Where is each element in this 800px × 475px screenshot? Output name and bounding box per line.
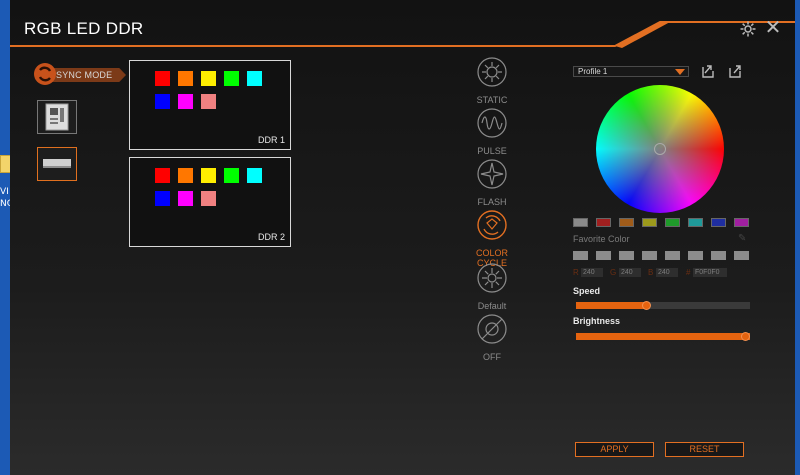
effect-off-button[interactable]: OFF <box>470 313 514 362</box>
sync-mode-label: SYNC MODE <box>56 70 113 80</box>
brightness-slider-handle[interactable] <box>741 332 750 341</box>
favorite-color-swatch[interactable] <box>642 218 657 227</box>
edit-pen-icon[interactable]: ✎ <box>738 233 746 244</box>
window-title: RGB LED DDR <box>24 19 144 38</box>
favorite-color-swatch[interactable] <box>573 218 588 227</box>
zone-color-swatch[interactable] <box>247 71 262 86</box>
zone-panel-ddr2[interactable]: DDR 2 <box>129 157 291 247</box>
effect-label: FLASH <box>477 197 507 207</box>
off-icon <box>477 314 507 344</box>
zone-color-swatch[interactable] <box>155 94 170 109</box>
effect-color-cycle-button[interactable]: COLOR CYCLE <box>470 209 514 268</box>
device-motherboard-button[interactable] <box>37 100 77 134</box>
r-label: R <box>573 268 579 277</box>
sync-icon[interactable] <box>34 63 56 85</box>
effect-label: STATIC <box>476 95 508 105</box>
effect-pulse-button[interactable]: PULSE <box>470 107 514 156</box>
settings-gear-icon[interactable] <box>739 20 757 38</box>
favorite-color-swatch[interactable] <box>688 218 703 227</box>
ram-stick-icon <box>43 159 71 168</box>
device-ram-button[interactable] <box>37 147 77 181</box>
effect-default-button[interactable]: Default <box>470 262 514 311</box>
zone-color-swatch[interactable] <box>155 71 170 86</box>
color-wheel-handle[interactable] <box>654 143 666 155</box>
motherboard-icon <box>45 103 69 131</box>
empty-favorite-slot[interactable] <box>711 251 726 260</box>
titlebar: RGB LED DDR ✕ <box>10 0 795 56</box>
empty-favorite-slot[interactable] <box>596 251 611 260</box>
effect-flash-button[interactable]: FLASH <box>470 158 514 207</box>
r-value-input[interactable]: 240 <box>581 268 603 277</box>
default-sun-icon <box>477 263 507 293</box>
speed-slider-handle[interactable] <box>641 301 651 310</box>
favorite-color-swatch[interactable] <box>665 218 680 227</box>
rgb-led-window: RGB LED DDR ✕ SYNC MODE DDR 1 DDR 2 STAT… <box>10 0 795 475</box>
empty-favorite-slot[interactable] <box>688 251 703 260</box>
zone-color-swatch[interactable] <box>247 168 262 183</box>
pulse-wave-icon <box>477 108 507 138</box>
zone-color-swatch[interactable] <box>201 71 216 86</box>
zone-color-swatch[interactable] <box>155 168 170 183</box>
zone-color-swatch[interactable] <box>178 94 193 109</box>
favorite-color-swatch[interactable] <box>596 218 611 227</box>
empty-favorite-slot[interactable] <box>642 251 657 260</box>
g-label: G <box>610 268 617 277</box>
profile-dropdown[interactable]: Profile 1 <box>573 66 689 77</box>
zone-panel-ddr1[interactable]: DDR 1 <box>129 60 291 150</box>
speed-label: Speed <box>573 286 601 296</box>
zone-color-swatch[interactable] <box>201 191 216 206</box>
b-label: B <box>648 268 654 277</box>
zone-color-swatch[interactable] <box>224 71 239 86</box>
zone-color-swatch[interactable] <box>155 191 170 206</box>
effect-static-button[interactable]: STATIC <box>470 56 514 105</box>
zone-color-swatch[interactable] <box>178 71 193 86</box>
color-cycle-icon <box>477 210 507 240</box>
profile-selected: Profile 1 <box>578 67 608 76</box>
hex-label: # <box>686 268 691 277</box>
empty-favorite-slot[interactable] <box>665 251 680 260</box>
reset-button[interactable]: RESET <box>665 442 744 457</box>
effect-label: PULSE <box>477 146 507 156</box>
effect-label: OFF <box>483 352 501 362</box>
zone-color-swatch[interactable] <box>201 94 216 109</box>
effect-label: Default <box>477 301 507 311</box>
zone-label: DDR 2 <box>257 232 285 242</box>
hex-value-input[interactable]: F0F0F0 <box>693 268 727 277</box>
favorite-color-swatch[interactable] <box>711 218 726 227</box>
zone-label: DDR 1 <box>257 135 285 145</box>
flash-star-icon <box>477 159 507 189</box>
brightness-slider-fill <box>576 333 750 340</box>
g-value-input[interactable]: 240 <box>619 268 641 277</box>
zone-color-swatch[interactable] <box>178 191 193 206</box>
zone-color-swatch[interactable] <box>224 168 239 183</box>
empty-favorite-slot[interactable] <box>619 251 634 260</box>
speed-slider[interactable] <box>576 301 750 310</box>
apply-button[interactable]: APPLY <box>575 442 654 457</box>
zone-color-swatch[interactable] <box>201 168 216 183</box>
empty-favorite-slot[interactable] <box>573 251 588 260</box>
favorite-color-swatch[interactable] <box>734 218 749 227</box>
b-value-input[interactable]: 240 <box>656 268 678 277</box>
sun-icon <box>477 57 507 87</box>
brightness-label: Brightness <box>573 316 621 326</box>
favorite-color-label: Favorite Color <box>573 234 630 244</box>
zone-color-swatch[interactable] <box>178 168 193 183</box>
chevron-down-icon <box>675 69 685 75</box>
close-button[interactable]: ✕ <box>763 18 783 38</box>
export-profile-icon[interactable] <box>726 62 744 80</box>
desktop-label: VI <box>0 187 9 197</box>
import-profile-icon[interactable] <box>699 62 717 80</box>
brightness-slider[interactable] <box>576 332 750 341</box>
speed-slider-fill <box>576 302 646 309</box>
empty-favorite-slot[interactable] <box>734 251 749 260</box>
favorite-color-swatch[interactable] <box>619 218 634 227</box>
